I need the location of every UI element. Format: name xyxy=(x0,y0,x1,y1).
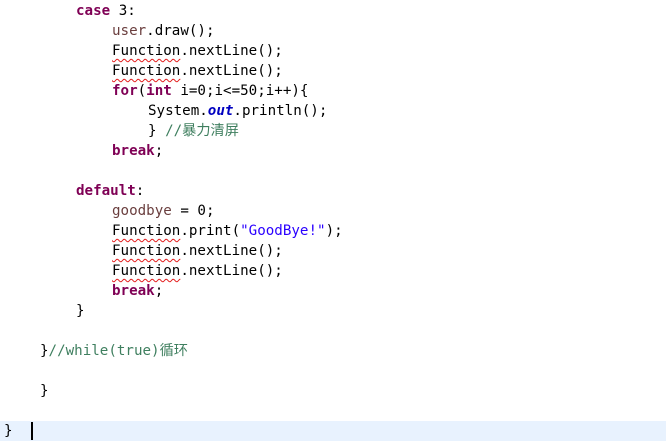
code-text: 3: xyxy=(110,3,136,19)
comment: //暴力清屏 xyxy=(165,123,239,139)
code-line-print: Function.print("GoodBye!"); xyxy=(112,221,343,241)
comment: //while(true)循环 xyxy=(48,343,188,359)
code-line-default: default: xyxy=(76,181,144,201)
string-literal: "GoodBye!" xyxy=(240,223,326,239)
keyword: default xyxy=(76,183,136,199)
code-line-nextline: Function.nextLine(); xyxy=(112,241,283,261)
error-identifier[interactable]: Function xyxy=(112,243,180,259)
error-identifier[interactable]: Function xyxy=(112,63,180,79)
code-line-switch-close: } xyxy=(76,301,85,321)
code-text: .draw(); xyxy=(146,23,215,39)
code-text: .nextLine(); xyxy=(180,243,283,259)
keyword: for xyxy=(112,83,138,99)
code-text: i=0;i<=50;i++){ xyxy=(171,83,309,99)
keyword: break xyxy=(112,143,155,159)
current-line-highlight xyxy=(0,421,666,441)
code-text: } xyxy=(40,383,49,399)
code-line-nextline: Function.nextLine(); xyxy=(112,61,283,81)
code-line-case3: case 3: xyxy=(76,1,136,21)
code-line-goodbye: goodbye = 0; xyxy=(112,201,215,221)
code-line-class-close: } xyxy=(4,421,13,441)
keyword: case xyxy=(76,3,111,19)
error-identifier[interactable]: Function xyxy=(112,223,180,239)
static-field: out xyxy=(207,103,234,119)
code-line-for: for(int i=0;i<=50;i++){ xyxy=(112,81,308,101)
text-caret xyxy=(31,422,33,440)
code-line-draw: user.draw(); xyxy=(112,21,215,41)
code-text: .nextLine(); xyxy=(180,63,283,79)
code-text: ); xyxy=(325,223,343,239)
code-line-for-close: } //暴力清屏 xyxy=(148,121,239,141)
code-text: } xyxy=(76,303,85,319)
keyword: int xyxy=(146,83,172,99)
code-line-println: System.out.println(); xyxy=(148,101,327,121)
code-line-nextline: Function.nextLine(); xyxy=(112,41,283,61)
code-text: = 0; xyxy=(171,203,215,219)
code-text: : xyxy=(135,183,145,199)
code-text: .nextLine(); xyxy=(180,43,283,59)
code-line-break: break; xyxy=(112,281,163,301)
code-line-method-close: } xyxy=(40,381,49,401)
code-text: } xyxy=(148,123,166,139)
code-text: .println(); xyxy=(233,103,328,119)
code-text: ( xyxy=(137,83,147,99)
keyword: break xyxy=(112,283,155,299)
error-identifier[interactable]: Function xyxy=(112,43,180,59)
code-editor[interactable]: case 3: user.draw(); Function.nextLine()… xyxy=(0,0,666,447)
code-text: } xyxy=(40,343,49,359)
code-line-while-close: }//while(true)循环 xyxy=(40,341,188,361)
code-text: ; xyxy=(154,143,164,159)
code-line-nextline: Function.nextLine(); xyxy=(112,261,283,281)
code-text: ; xyxy=(154,283,164,299)
error-identifier[interactable]: Function xyxy=(112,263,180,279)
code-text: } xyxy=(4,423,13,439)
code-line-break: break; xyxy=(112,141,163,161)
code-text: .print( xyxy=(180,223,241,239)
variable: user xyxy=(112,23,147,39)
code-text: .nextLine(); xyxy=(180,263,283,279)
variable: goodbye xyxy=(112,203,172,219)
code-text: System. xyxy=(148,103,208,119)
